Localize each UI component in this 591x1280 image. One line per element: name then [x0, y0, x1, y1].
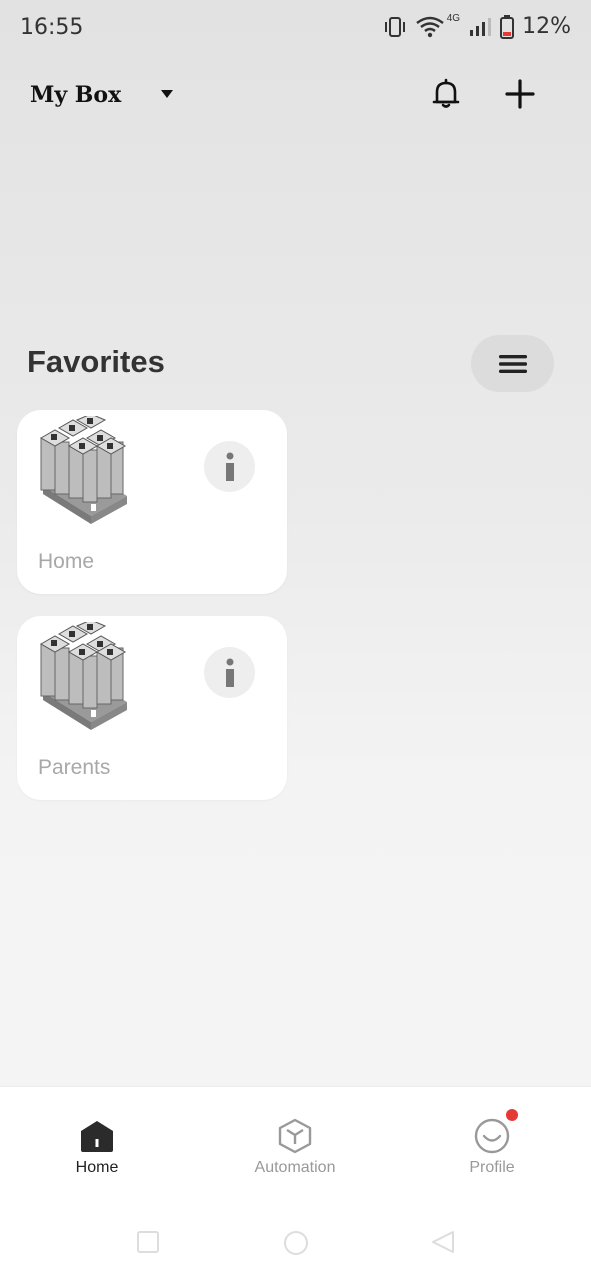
network-type: 4G [446, 13, 461, 24]
app-header: My Box [0, 70, 591, 122]
box-selector-label[interactable]: My Box [30, 82, 121, 108]
nav-label-home: Home [75, 1159, 119, 1176]
favorite-card-home[interactable]: Home [17, 410, 287, 594]
system-nav-bar [0, 1196, 591, 1280]
info-icon [225, 452, 234, 481]
caret-down-icon[interactable] [160, 88, 174, 100]
hamburger-icon [498, 354, 527, 373]
home-circle-icon[interactable] [283, 1230, 309, 1256]
notification-badge [506, 1109, 518, 1121]
nav-tab-profile[interactable]: Profile [422, 1109, 562, 1177]
info-button[interactable] [204, 647, 255, 698]
smile-icon [474, 1118, 510, 1154]
box-device-icon [39, 622, 127, 730]
wifi-icon [415, 16, 444, 37]
favorite-card-parents[interactable]: Parents [17, 616, 287, 800]
home-icon [81, 1121, 113, 1152]
favorites-title: Favorites [27, 344, 165, 379]
nav-tab-home[interactable]: Home [27, 1117, 167, 1177]
status-bar: 16:55 4G 12% [0, 0, 591, 56]
bell-icon[interactable] [428, 76, 464, 112]
bottom-nav: Home Automation Profile [0, 1086, 591, 1197]
nav-tab-automation[interactable]: Automation [225, 1117, 365, 1177]
info-button[interactable] [204, 441, 255, 492]
status-time: 16:55 [20, 15, 84, 40]
box-device-icon [39, 416, 127, 524]
battery-icon [500, 14, 515, 39]
battery-percent: 12% [522, 14, 571, 39]
signal-icon [470, 17, 492, 36]
nav-label-profile: Profile [469, 1159, 515, 1176]
card-label: Parents [38, 756, 111, 779]
vibrate-icon [384, 16, 405, 37]
status-icons: 4G 12% [383, 13, 571, 39]
list-menu-button[interactable] [471, 335, 554, 392]
back-icon[interactable] [430, 1230, 456, 1254]
info-icon [225, 658, 234, 687]
card-label: Home [38, 550, 95, 573]
cube-icon [278, 1118, 312, 1154]
recents-icon[interactable] [136, 1230, 160, 1254]
nav-label-automation: Automation [254, 1159, 336, 1176]
add-icon[interactable] [502, 76, 538, 112]
